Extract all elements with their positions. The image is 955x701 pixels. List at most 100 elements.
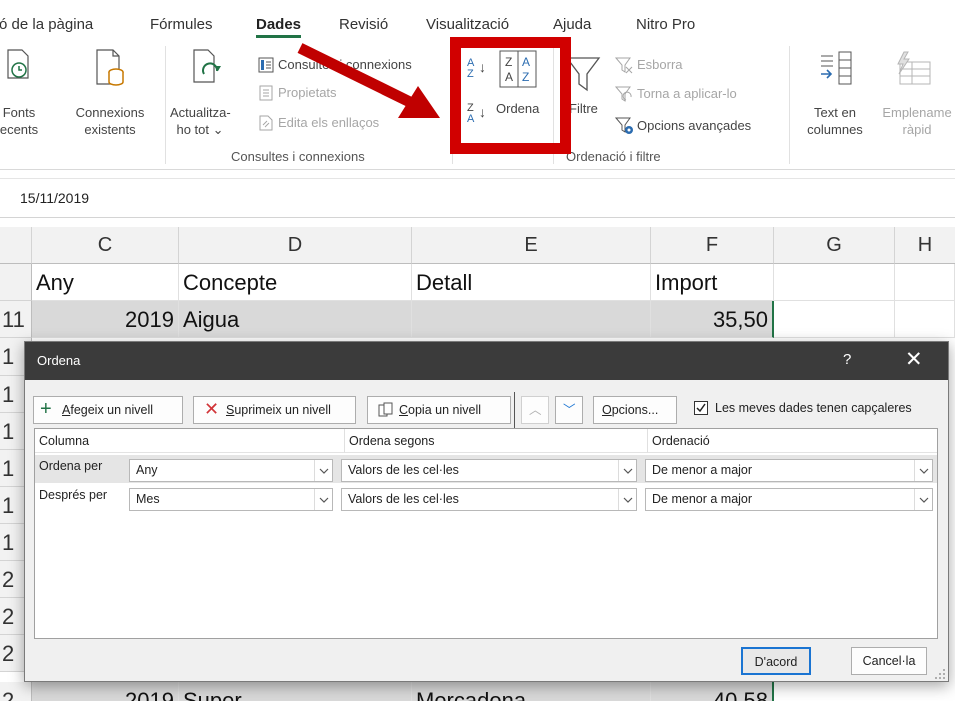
formula-bar[interactable]: 15/11/2019 — [0, 178, 955, 218]
copy-level-text: opia un nivell — [408, 403, 481, 417]
data-cell-detall[interactable] — [412, 301, 651, 338]
tab-formulas[interactable]: Fórmules — [150, 16, 213, 33]
sort-za-icon[interactable]: Z A ↓ — [467, 103, 489, 129]
clear-filter-button[interactable]: Esborra — [637, 57, 683, 72]
column-select[interactable]: Mes — [129, 488, 333, 511]
plus-icon: + — [40, 398, 52, 420]
header-cell-detall[interactable]: Detall — [412, 264, 651, 301]
options-accesskey: O — [602, 403, 612, 417]
column-header-d[interactable]: D — [179, 227, 412, 264]
properties-button[interactable]: Propietats — [278, 85, 337, 100]
properties-icon — [259, 85, 273, 101]
sort-level-label: Després per — [39, 488, 108, 502]
add-level-button[interactable]: + Afegeix un nivell — [33, 396, 183, 424]
sort-on-select[interactable]: Valors de les cel·les — [341, 459, 637, 482]
options-label: Opcions... — [602, 397, 658, 423]
flash-fill-icon — [897, 51, 931, 85]
empty-cell[interactable] — [774, 301, 895, 338]
sort-levels-list: Columna Ordena segons Ordenació Ordena p… — [34, 428, 938, 639]
tab-view[interactable]: Visualització — [426, 16, 509, 33]
recent-sources-label-2: ecents — [0, 122, 39, 137]
chevron-down-icon — [618, 460, 636, 481]
filter-button[interactable]: Filtre — [569, 101, 598, 116]
order-select-value: De menor a major — [652, 463, 753, 477]
column-header-f[interactable]: F — [651, 227, 774, 264]
edit-links-icon — [259, 115, 273, 131]
headers-checkbox-label[interactable]: Les meves dades tenen capçaleres — [715, 401, 912, 415]
existing-connections-button[interactable]: Connexions existents — [62, 104, 158, 138]
reapply-filter-button[interactable]: Torna a aplicar-lo — [637, 86, 737, 101]
column-header-c[interactable]: C — [32, 227, 179, 264]
tab-page-layout[interactable]: ó de la pàgina — [0, 16, 93, 33]
data-cell-any[interactable]: 2019 — [32, 682, 179, 701]
edit-links-button[interactable]: Edita els enllaços — [278, 115, 379, 130]
group-sort-filter-label: Ordenació i filtre — [566, 149, 661, 164]
header-cell-import[interactable]: Import — [651, 264, 774, 301]
help-button[interactable]: ? — [843, 351, 851, 368]
dialog-title-bar[interactable]: Ordena ? ✕ — [25, 342, 948, 380]
options-button[interactable]: Opcions... — [593, 396, 677, 424]
clear-filter-icon — [615, 57, 633, 74]
existing-connections-icon — [96, 49, 124, 86]
filter-icon — [565, 57, 601, 92]
column-header-h[interactable]: H — [895, 227, 955, 264]
copy-level-accesskey: C — [399, 403, 409, 417]
column-header-g[interactable]: G — [774, 227, 895, 264]
header-cell-any[interactable]: Any — [32, 264, 179, 301]
copy-icon — [378, 402, 393, 417]
data-cell-concepte[interactable]: Aigua — [179, 301, 412, 338]
tab-data[interactable]: Dades — [256, 16, 302, 38]
row-number[interactable]: 2 — [0, 682, 32, 701]
tab-review[interactable]: Revisió — [339, 16, 388, 33]
column-select-value: Mes — [136, 492, 160, 506]
header-cell-concepte[interactable]: Concepte — [179, 264, 412, 301]
text-to-columns-label-2: columnes — [807, 122, 863, 137]
chevron-down-icon — [314, 489, 332, 510]
tab-nitro-pro[interactable]: Nitro Pro — [636, 16, 695, 33]
row-number[interactable] — [0, 264, 32, 301]
chevron-up-icon: ︿ — [529, 403, 542, 417]
order-select[interactable]: De menor a major — [645, 459, 933, 482]
sort-az-icon[interactable]: A Z ↓ — [467, 58, 489, 84]
text-to-columns-button[interactable]: Text en columnes — [798, 104, 872, 138]
svg-text:A: A — [522, 55, 530, 69]
refresh-all-button[interactable]: Actualitza- ho tot ⌄ — [170, 104, 231, 138]
empty-cell[interactable] — [895, 301, 955, 338]
empty-cell[interactable] — [774, 264, 895, 301]
data-cell-import[interactable]: 40,58 — [651, 682, 774, 701]
close-icon[interactable]: ✕ — [905, 347, 923, 372]
column-header-sort-on: Ordena segons — [345, 429, 648, 453]
data-cell-any[interactable]: 2019 — [32, 301, 179, 338]
dialog-title: Ordena — [37, 353, 81, 368]
sort-dialog: Ordena ? ✕ + Afegeix un nivell ✕ Suprime… — [24, 341, 949, 682]
data-cell-import[interactable]: 35,50 — [651, 301, 774, 338]
order-select[interactable]: De menor a major — [645, 488, 933, 511]
text-to-columns-icon — [821, 51, 852, 85]
sort-button[interactable]: Ordena — [496, 101, 539, 116]
row-number[interactable]: 11 — [0, 301, 32, 338]
move-up-button[interactable]: ︿ — [521, 396, 549, 424]
ribbon-tabs: ó de la pàgina Fórmules Dades Revisió Vi… — [0, 0, 955, 40]
ok-button[interactable]: D'acord — [741, 647, 811, 675]
column-select[interactable]: Any — [129, 459, 333, 482]
resize-grip-icon[interactable] — [934, 668, 946, 680]
move-down-button[interactable]: ﹀ — [555, 396, 583, 424]
recent-sources-button[interactable]: Fonts ecents — [0, 104, 44, 138]
column-header-e[interactable]: E — [412, 227, 651, 264]
chevron-down-icon — [914, 489, 932, 510]
queries-connections-button[interactable]: Consultes i connexions — [278, 57, 412, 72]
corner-cell[interactable] — [0, 227, 32, 264]
empty-cell[interactable] — [895, 264, 955, 301]
data-cell-detall[interactable]: Mercadona — [412, 682, 651, 701]
formula-bar-value[interactable]: 15/11/2019 — [20, 190, 89, 206]
copy-level-button[interactable]: Copia un nivell — [367, 396, 511, 424]
sort-on-select[interactable]: Valors de les cel·les — [341, 488, 637, 511]
advanced-filter-button[interactable]: Opcions avançades — [637, 118, 751, 133]
flash-fill-button[interactable]: Emplename ràpid — [872, 104, 955, 138]
delete-level-button[interactable]: ✕ Suprimeix un nivell — [193, 396, 356, 424]
headers-checkbox[interactable] — [694, 401, 708, 415]
data-cell-concepte[interactable]: Super — [179, 682, 412, 701]
tab-help[interactable]: Ajuda — [553, 16, 591, 33]
cancel-button[interactable]: Cancel·la — [851, 647, 927, 675]
flash-fill-label-1: Emplename — [882, 105, 952, 120]
